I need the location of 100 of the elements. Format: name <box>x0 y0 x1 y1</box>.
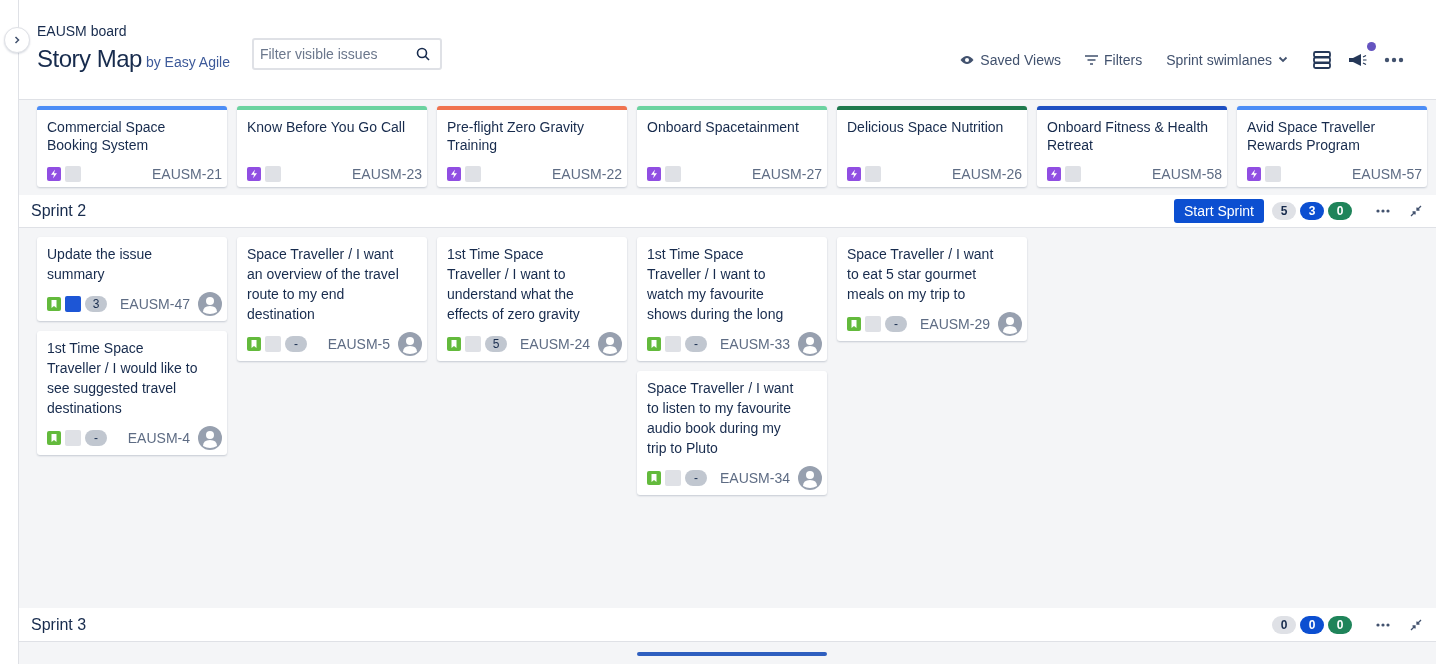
search-icon <box>415 47 430 61</box>
page-title: Story Map <box>37 45 142 73</box>
status-square <box>265 166 281 182</box>
issue-key[interactable]: EAUSM-27 <box>751 166 822 182</box>
avatar-icon[interactable] <box>198 292 222 316</box>
issue-key[interactable]: EAUSM-23 <box>351 166 422 182</box>
story-title: 1st Time Space Traveller / I would like to see suggested travel destinations <box>47 339 199 418</box>
issue-key[interactable]: EAUSM-22 <box>551 166 622 182</box>
epic-title: Commercial Space Booking System <box>47 118 167 154</box>
collapse-icon[interactable] <box>1410 618 1422 631</box>
epic-card[interactable]: Commercial Space Booking System EAUSM-21 <box>37 106 227 187</box>
collapse-icon[interactable] <box>1410 205 1422 217</box>
issue-count-badge: 0 <box>1328 615 1352 634</box>
story-title: Space Traveller / I want to listen to my favourite audio book during my trip to Pluto <box>647 379 795 458</box>
story-bookmark-icon <box>247 337 261 351</box>
epic-title: Delicious Space Nutrition <box>847 118 1005 136</box>
epic-card[interactable]: Avid Space Traveller Rewards Program EAUSM-57 <box>1237 106 1427 187</box>
epic-lightning-icon <box>1247 167 1261 181</box>
toolbar-button[interactable]: Filters <box>1077 51 1151 68</box>
estimate-badge: 5 <box>485 336 507 352</box>
estimate-badge: 3 <box>85 296 107 312</box>
epic-lightning-icon <box>1047 167 1061 181</box>
status-square <box>865 166 881 182</box>
search-field[interactable]: Filter visible issues <box>251 38 442 70</box>
story-title: Space Traveller / I want an overview of the travel route to my end destination <box>247 245 400 324</box>
story-bookmark-icon <box>47 431 61 445</box>
sprint-name: Sprint 2 <box>31 202 87 220</box>
story-title: Space Traveller / I want to eat 5 star gourmet meals on my trip to <box>847 245 995 304</box>
epic-card[interactable]: Onboard Fitness & Health Retreat EAUSM-58 <box>1037 106 1227 187</box>
epic-title: Pre-flight Zero Gravity Training <box>447 118 585 154</box>
estimate-badge: - <box>685 336 707 352</box>
chevron-down-icon <box>1278 56 1288 63</box>
issue-count-badge: 0 <box>1272 615 1296 634</box>
status-square <box>65 166 81 182</box>
story-card[interactable]: Space Traveller / I want to eat 5 star gourmet meals on my trip to - EAUSM-29 <box>837 237 1027 341</box>
issue-key[interactable]: EAUSM-33 <box>719 336 790 352</box>
status-square <box>1065 166 1081 182</box>
issue-key[interactable]: EAUSM-58 <box>1151 166 1222 182</box>
avatar-icon[interactable] <box>798 332 822 356</box>
epic-lightning-icon <box>647 167 661 181</box>
issue-key[interactable]: EAUSM-29 <box>919 316 990 332</box>
avatar-icon[interactable] <box>198 426 222 450</box>
board-name: EAUSM board <box>37 23 128 39</box>
filter-icon <box>1085 54 1099 65</box>
story-title: Update the issue summary <box>47 245 154 284</box>
epic-lightning-icon <box>847 167 861 181</box>
story-card[interactable]: Update the issue summary 3 EAUSM-47 <box>37 237 227 321</box>
more-icon[interactable] <box>1376 209 1390 213</box>
start-sprint-button[interactable]: Start Sprint <box>1173 199 1264 223</box>
story-card[interactable]: 1st Time Space Traveller / I want to watch my favourite shows during the long - EAUSM-33 <box>637 237 827 361</box>
issue-key[interactable]: EAUSM-26 <box>951 166 1022 182</box>
epic-title: Onboard Fitness & Health Retreat <box>1047 118 1210 154</box>
epic-card[interactable]: Delicious Space Nutrition EAUSM-26 <box>837 106 1027 187</box>
avatar-icon[interactable] <box>398 332 422 356</box>
issue-key[interactable]: EAUSM-21 <box>151 166 222 182</box>
chevron-right-icon <box>12 35 22 45</box>
story-card[interactable]: 1st Time Space Traveller / I would like to see suggested travel destinations - EAUSM-4 <box>37 331 227 455</box>
issue-key[interactable]: EAUSM-34 <box>719 470 790 486</box>
story-card[interactable]: 1st Time Space Traveller / I want to understand what the effects of zero gravity 5 EAUSM-24 <box>437 237 627 361</box>
vendor-byline: by Easy Agile <box>145 54 230 70</box>
story-card[interactable]: Space Traveller / I want an overview of the travel route to my end destination - EAUSM-5 <box>237 237 427 361</box>
epic-lightning-icon <box>47 167 61 181</box>
issue-key[interactable]: EAUSM-4 <box>127 430 190 446</box>
avatar-icon[interactable] <box>798 466 822 490</box>
issue-count-badge: 5 <box>1272 202 1296 220</box>
estimate-badge: - <box>885 316 907 332</box>
issue-count-badge: 3 <box>1300 202 1324 220</box>
epic-lightning-icon <box>447 167 461 181</box>
issue-key[interactable]: EAUSM-47 <box>119 296 190 312</box>
epic-card[interactable]: Onboard Spacetainment EAUSM-27 <box>637 106 827 187</box>
story-bookmark-icon <box>647 471 661 485</box>
issue-key[interactable]: EAUSM-57 <box>1351 166 1422 182</box>
more-icon[interactable] <box>1384 56 1404 63</box>
story-bookmark-icon <box>447 337 461 351</box>
sprint-name: Sprint 3 <box>31 615 87 634</box>
story-title: 1st Time Space Traveller / I want to understand what the effects of zero gravity <box>447 245 581 324</box>
estimate-badge: - <box>85 430 107 446</box>
estimate-badge: - <box>685 470 707 486</box>
toolbar-button[interactable]: Saved Views <box>952 51 1070 68</box>
issue-key[interactable]: EAUSM-5 <box>327 336 390 352</box>
layers-icon[interactable] <box>1312 49 1332 70</box>
toolbar-button[interactable]: Sprint swimlanes <box>1158 51 1296 68</box>
epic-card[interactable]: Pre-flight Zero Gravity Training EAUSM-22 <box>437 106 627 187</box>
story-title: 1st Time Space Traveller / I want to watch my favourite shows during the long <box>647 245 785 324</box>
status-square <box>665 166 681 182</box>
epic-card[interactable]: Know Before You Go Call EAUSM-23 <box>237 106 427 187</box>
story-bookmark-icon <box>647 337 661 351</box>
story-bookmark-icon <box>847 317 861 331</box>
epic-title: Avid Space Traveller Rewards Program <box>1247 118 1377 154</box>
more-icon[interactable] <box>1376 622 1390 627</box>
status-square <box>465 166 481 182</box>
avatar-icon[interactable] <box>998 312 1022 336</box>
avatar-icon[interactable] <box>598 332 622 356</box>
megaphone-icon[interactable] <box>1348 51 1368 68</box>
status-square <box>1265 166 1281 182</box>
epic-title: Onboard Spacetainment <box>647 118 800 136</box>
estimate-badge: - <box>285 336 307 352</box>
story-card[interactable]: Space Traveller / I want to listen to my favourite audio book during my trip to Pluto - EAUSM-34 <box>637 371 827 495</box>
issue-count-badge: 0 <box>1328 202 1352 220</box>
issue-key[interactable]: EAUSM-24 <box>519 336 590 352</box>
